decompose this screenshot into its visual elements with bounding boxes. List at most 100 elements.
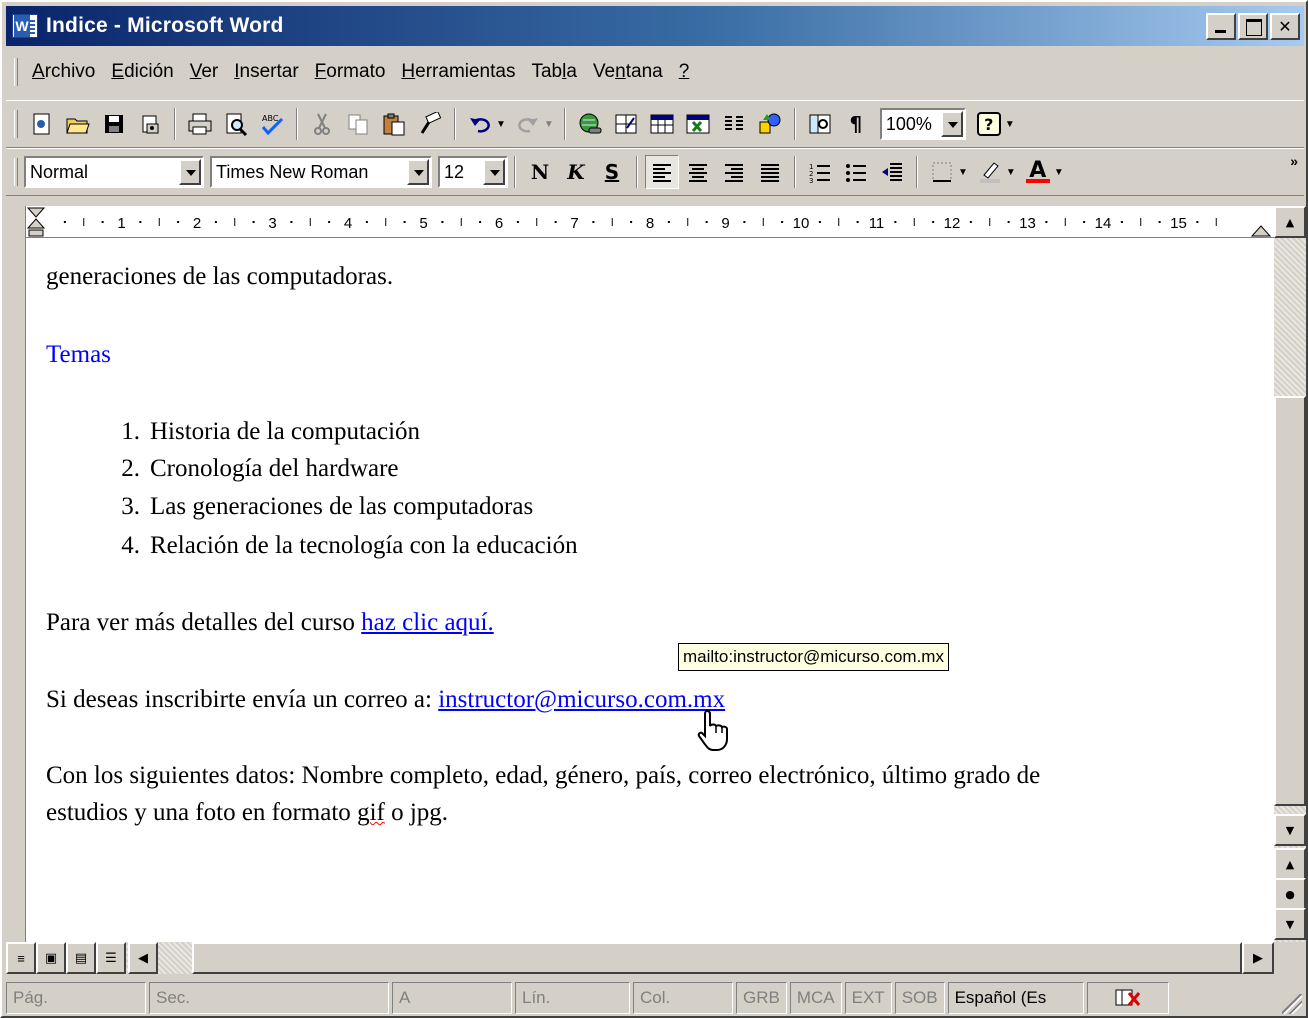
menu-help[interactable]: ? xyxy=(671,61,698,83)
justify-icon[interactable] xyxy=(753,155,787,189)
undo-dropdown-icon[interactable]: ▼ xyxy=(496,119,506,130)
open-folder-icon[interactable] xyxy=(61,107,95,141)
font-color-icon[interactable]: A xyxy=(1021,155,1055,189)
font-color-dropdown-icon[interactable]: ▼ xyxy=(1054,167,1064,178)
status-at[interactable]: A xyxy=(392,982,512,1014)
font-dropdown-icon[interactable] xyxy=(407,159,429,185)
insert-table-icon[interactable] xyxy=(645,107,679,141)
spelling-icon[interactable]: ABC xyxy=(255,107,289,141)
decrease-indent-icon[interactable] xyxy=(875,155,909,189)
menu-edicion[interactable]: Edición xyxy=(103,61,181,83)
status-line[interactable]: Lín. xyxy=(515,982,630,1014)
scroll-right-icon[interactable]: ▶ xyxy=(1242,942,1274,974)
font-select[interactable]: Times New Roman xyxy=(210,156,432,188)
show-hide-pilcrow[interactable]: ¶ xyxy=(839,107,873,141)
spelling-status-icon[interactable] xyxy=(1086,982,1169,1014)
minimize-button[interactable] xyxy=(1206,13,1236,40)
hanging-indent-marker[interactable] xyxy=(28,229,44,237)
undo-icon[interactable] xyxy=(463,107,497,141)
print-layout-view-icon[interactable]: ▤ xyxy=(66,942,96,974)
toolbar-options-icon[interactable]: ▼ xyxy=(1005,119,1015,130)
toolbar-grip[interactable] xyxy=(14,158,18,186)
print-icon[interactable] xyxy=(183,107,217,141)
bold-button[interactable]: N xyxy=(523,155,557,189)
vertical-scroll-thumb[interactable] xyxy=(1274,396,1306,806)
status-grb[interactable]: GRB xyxy=(736,982,787,1014)
align-left-icon[interactable] xyxy=(645,155,679,189)
menu-archivo[interactable]: Archivo xyxy=(24,61,103,83)
details-hyperlink[interactable]: haz clic aquí. xyxy=(361,609,494,636)
highlight-dropdown-icon[interactable]: ▼ xyxy=(1006,167,1016,178)
menu-tabla[interactable]: Tabla xyxy=(523,61,584,83)
status-language[interactable]: Español (Es xyxy=(947,982,1084,1014)
horizontal-ruler[interactable]: 1 2 3 4 5 6 7 8 9 10 11 12 13 14 15 xyxy=(26,206,1274,238)
zoom-select[interactable]: 100% xyxy=(879,108,966,140)
web-layout-view-icon[interactable]: ▣ xyxy=(36,942,66,974)
close-button[interactable]: ✕ xyxy=(1270,13,1300,40)
title-bar[interactable]: Indice - Microsoft Word ✕ xyxy=(6,6,1304,46)
document-area[interactable]: generaciones de las computadoras. Temas … xyxy=(26,238,1274,942)
previous-page-icon[interactable]: ▲ xyxy=(1274,848,1306,880)
document-map-icon[interactable] xyxy=(803,107,837,141)
paste-clipboard-icon[interactable] xyxy=(377,107,411,141)
status-section[interactable]: Sec. xyxy=(149,982,389,1014)
borders-dropdown-icon[interactable]: ▼ xyxy=(958,167,968,178)
left-indent-marker[interactable] xyxy=(26,207,46,229)
scroll-left-icon[interactable]: ◀ xyxy=(128,942,158,974)
menu-formato[interactable]: Formato xyxy=(307,61,394,83)
select-browse-object-icon[interactable]: ● xyxy=(1274,878,1306,910)
print-preview-icon[interactable] xyxy=(219,107,253,141)
font-size-select[interactable]: 12 xyxy=(438,156,508,188)
outline-view-icon[interactable]: ☰ xyxy=(96,942,126,974)
zoom-dropdown-icon[interactable] xyxy=(940,111,963,137)
normal-view-icon[interactable]: ≡ xyxy=(6,942,36,974)
style-dropdown-icon[interactable] xyxy=(179,159,201,185)
status-page[interactable]: Pág. xyxy=(6,982,146,1014)
horizontal-scroll-thumb[interactable] xyxy=(192,942,1242,974)
font-size-dropdown-icon[interactable] xyxy=(483,159,505,185)
status-col[interactable]: Col. xyxy=(633,982,733,1014)
maximize-button[interactable] xyxy=(1238,13,1268,40)
right-indent-marker[interactable] xyxy=(1250,225,1272,237)
scroll-down-icon[interactable]: ▼ xyxy=(1274,814,1306,846)
menu-grip[interactable] xyxy=(14,58,18,86)
columns-icon[interactable] xyxy=(717,107,751,141)
insert-hyperlink-icon[interactable] xyxy=(573,107,607,141)
menu-herramientas[interactable]: Herramientas xyxy=(393,61,523,83)
resize-grip-icon[interactable] xyxy=(1282,994,1302,1014)
help-icon[interactable]: ? xyxy=(972,107,1006,141)
email-hyperlink[interactable]: instructor@micurso.com.mx xyxy=(438,686,725,713)
save-disk-icon[interactable] xyxy=(97,107,131,141)
insert-excel-icon[interactable] xyxy=(681,107,715,141)
menu-ver[interactable]: Ver xyxy=(182,61,227,83)
vertical-scrollbar[interactable]: ▲ ▼ ▲ ● ▼ xyxy=(1274,206,1306,942)
scroll-up-icon[interactable]: ▲ xyxy=(1274,206,1306,238)
redo-dropdown-icon[interactable]: ▼ xyxy=(544,119,554,130)
underline-button[interactable]: S xyxy=(595,155,629,189)
align-center-icon[interactable] xyxy=(681,155,715,189)
misspelled-word[interactable]: gif xyxy=(357,799,385,826)
next-page-icon[interactable]: ▼ xyxy=(1274,908,1306,940)
menu-insertar[interactable]: Insertar xyxy=(226,61,306,83)
new-document-icon[interactable] xyxy=(25,107,59,141)
italic-button[interactable]: K xyxy=(559,155,593,189)
word-app-icon[interactable] xyxy=(12,14,38,38)
cut-scissors-icon[interactable] xyxy=(305,107,339,141)
format-painter-icon[interactable] xyxy=(413,107,447,141)
status-sob[interactable]: SOB xyxy=(894,982,945,1014)
align-right-icon[interactable] xyxy=(717,155,751,189)
toolbar-grip[interactable] xyxy=(14,110,18,138)
bullets-icon[interactable] xyxy=(839,155,873,189)
redo-icon[interactable] xyxy=(511,107,545,141)
status-ext[interactable]: EXT xyxy=(844,982,892,1014)
numbering-icon[interactable]: 123 xyxy=(803,155,837,189)
drawing-icon[interactable] xyxy=(753,107,787,141)
permission-icon[interactable] xyxy=(133,107,167,141)
menu-ventana[interactable]: Ventana xyxy=(585,61,671,83)
tables-borders-icon[interactable] xyxy=(609,107,643,141)
toolbar-more-icon[interactable]: » xyxy=(1290,154,1298,168)
horizontal-scrollbar[interactable]: ≡ ▣ ▤ ☰ ◀ ▶ xyxy=(6,942,1274,974)
status-mca[interactable]: MCA xyxy=(789,982,842,1014)
highlight-icon[interactable] xyxy=(973,155,1007,189)
copy-icon[interactable] xyxy=(341,107,375,141)
